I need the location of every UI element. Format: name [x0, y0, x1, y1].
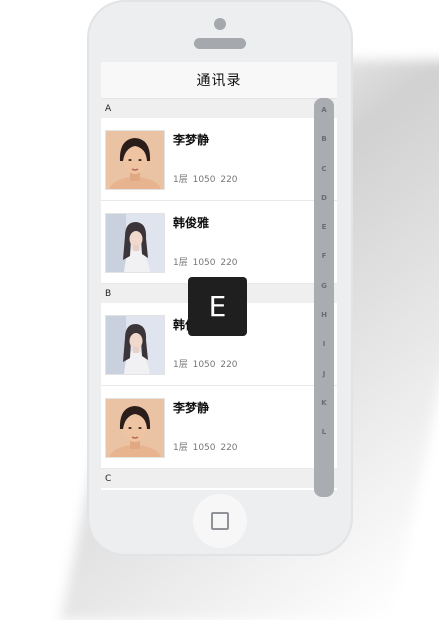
- contact-item[interactable]: 李梦静 1层 1050 220: [101, 386, 337, 469]
- contact-item[interactable]: 韩俊雅 1层 1050 220: [101, 201, 337, 284]
- index-letter-k[interactable]: K: [321, 399, 326, 428]
- index-letter-g[interactable]: G: [321, 282, 327, 311]
- index-letter-d[interactable]: D: [321, 194, 327, 223]
- index-letter-i[interactable]: I: [323, 340, 326, 369]
- contact-info: 1层 1050 220: [173, 443, 238, 453]
- contact-info: 1层 1050 220: [173, 360, 238, 370]
- page-title: 通讯录: [196, 73, 242, 89]
- contact-info: 1层 1050 220: [173, 258, 238, 268]
- section-header-a: A: [101, 99, 337, 118]
- home-square-icon: [211, 512, 229, 530]
- contact-item[interactable]: 李梦静 1层 1050 220: [101, 118, 337, 201]
- avatar: [105, 398, 165, 458]
- index-letter-a[interactable]: A: [321, 106, 326, 135]
- section-letter: B: [105, 288, 112, 299]
- section-letter: A: [105, 103, 112, 114]
- index-letter-h[interactable]: H: [321, 311, 327, 340]
- contact-name: 李梦静: [173, 133, 210, 147]
- speaker-grille: [194, 38, 246, 49]
- index-letter-c[interactable]: C: [321, 165, 326, 194]
- contact-name: 李梦静: [173, 401, 210, 415]
- index-letter-b[interactable]: B: [321, 135, 326, 164]
- home-button[interactable]: [193, 494, 247, 548]
- contact-name: 韩俊雅: [173, 216, 210, 230]
- avatar: [105, 130, 165, 190]
- section-letter: C: [105, 473, 112, 484]
- index-letter-popup: E: [188, 277, 247, 336]
- nav-bar: 通讯录: [101, 62, 337, 99]
- index-letter-j[interactable]: J: [323, 370, 326, 399]
- avatar: [105, 315, 165, 375]
- camera-icon: [214, 18, 226, 30]
- index-letter-f[interactable]: F: [322, 252, 327, 281]
- alphabet-index-bar[interactable]: A B C D E F G H I J K L: [314, 98, 334, 497]
- contact-info: 1层 1050 220: [173, 175, 238, 185]
- index-letter-e[interactable]: E: [322, 223, 327, 252]
- app-screen: 通讯录 A 李梦静 1层 1050 220 韩俊雅 1层 1050 220 B …: [101, 62, 337, 490]
- index-letter-l[interactable]: L: [322, 428, 326, 457]
- avatar: [105, 213, 165, 273]
- popup-letter: E: [208, 290, 227, 323]
- section-header-c: C: [101, 469, 337, 488]
